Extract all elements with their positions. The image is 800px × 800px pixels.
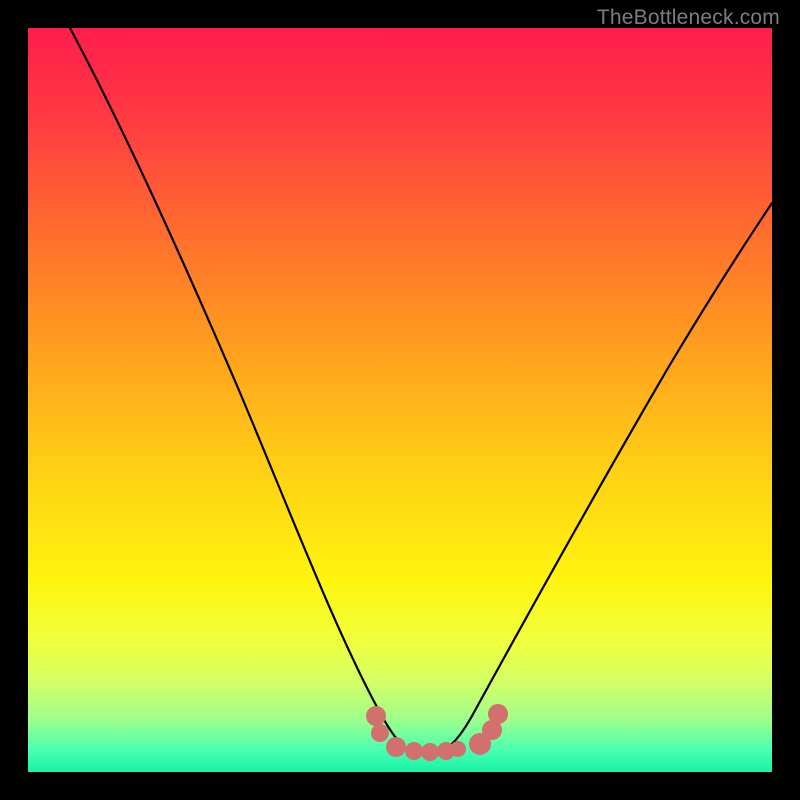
trough-marker — [488, 704, 508, 724]
trough-marker — [366, 706, 386, 726]
trough-marker — [450, 741, 466, 757]
trough-marker — [371, 724, 389, 742]
trough-marker — [386, 737, 406, 757]
plot-area — [28, 28, 772, 772]
chart-stage: TheBottleneck.com — [0, 0, 800, 800]
bottleneck-curve — [70, 28, 772, 754]
curve-layer — [28, 28, 772, 772]
watermark-text: TheBottleneck.com — [597, 6, 780, 30]
